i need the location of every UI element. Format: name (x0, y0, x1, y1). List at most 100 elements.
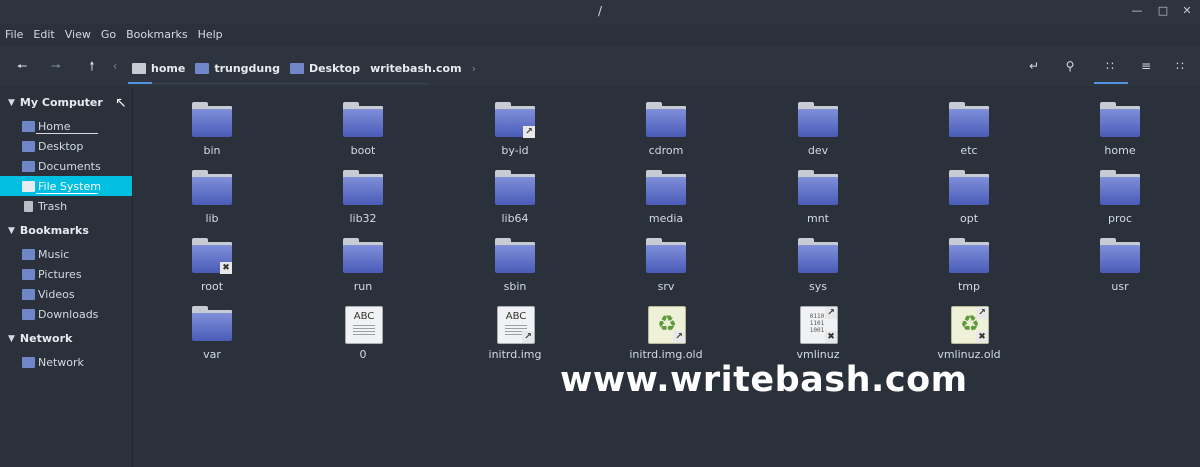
menu-bookmarks[interactable]: Bookmarks (121, 26, 192, 44)
maximize-icon[interactable]: □ (1154, 3, 1172, 19)
folder-icon (343, 170, 383, 206)
file-item[interactable]: tmp (909, 236, 1029, 298)
folder-icon (343, 238, 383, 274)
breadcrumb-trungdung[interactable]: trungdung (195, 62, 280, 75)
file-item[interactable]: sbin (455, 236, 575, 298)
file-item[interactable]: ABC 0 (303, 304, 423, 366)
file-item[interactable]: cdrom (606, 100, 726, 162)
file-label: sbin (503, 280, 527, 293)
icon-view-icon[interactable]: ∷ (1100, 56, 1120, 76)
file-label: home (1104, 144, 1136, 157)
search-icon[interactable]: ⚲ (1060, 56, 1080, 76)
text-document-symlink-icon: ABC ↗ (495, 306, 535, 344)
sidebar-item-label: Pictures (38, 267, 82, 281)
menu-edit[interactable]: Edit (28, 26, 59, 44)
breadcrumb-left-chevron-icon[interactable]: ‹ (110, 56, 120, 76)
view-active-indicator (1094, 82, 1128, 84)
file-item[interactable]: usr (1060, 236, 1180, 298)
file-item[interactable]: ABC ↗ initrd.img (455, 304, 575, 366)
open-terminal-icon[interactable]: ↵ (1024, 56, 1044, 76)
folder-symlink-icon: ↗ (495, 102, 535, 138)
file-item[interactable]: ✖ root (152, 236, 272, 298)
file-item[interactable]: dev (758, 100, 878, 162)
file-item[interactable]: home (1060, 100, 1180, 162)
file-item[interactable]: etc (909, 100, 1029, 162)
up-arrow-icon[interactable]: 🠕 (82, 56, 102, 76)
file-item[interactable]: srv (606, 236, 726, 298)
folder-icon (949, 238, 989, 274)
file-item[interactable]: bin (152, 100, 272, 162)
sidebar-item-desktop[interactable]: Desktop (0, 136, 132, 156)
file-item[interactable]: ♻ ↗ initrd.img.old (606, 304, 726, 366)
menu-help[interactable]: Help (193, 26, 228, 44)
music-icon (22, 248, 35, 260)
breadcrumb-desktop[interactable]: Desktop (289, 62, 360, 75)
file-item[interactable]: var (152, 304, 272, 366)
file-item[interactable]: boot (303, 100, 423, 162)
sidebar-item-label: Music (38, 247, 70, 261)
file-label: sys (809, 280, 827, 293)
sidebar-item-label: Videos (38, 287, 75, 301)
sidebar-item-label: Home (38, 119, 71, 133)
folder-icon (949, 102, 989, 138)
forward-arrow-icon[interactable]: 🠖 (46, 56, 66, 76)
recycle-archive-symlink-icon: ♻ ↗ (646, 306, 686, 344)
breadcrumb-home[interactable]: home (132, 62, 185, 75)
breadcrumb-label: writebash.com (370, 61, 462, 75)
trash-icon (24, 200, 33, 212)
close-icon[interactable]: ✕ (1178, 3, 1196, 19)
sidebar-section-network[interactable]: ▼ Network (8, 332, 72, 345)
compact-view-icon[interactable]: ∷ (1170, 56, 1190, 76)
sidebar-section-my-computer[interactable]: ▼ My Computer (8, 96, 103, 109)
file-item[interactable]: lib (152, 168, 272, 230)
file-label: tmp (957, 280, 980, 293)
menu-go[interactable]: Go (96, 26, 121, 44)
file-item[interactable]: ↗ by-id (455, 100, 575, 162)
breadcrumb: home trungdung Desktop writebash.com › (132, 56, 484, 80)
sidebar-item-music[interactable]: Music (0, 244, 132, 264)
drive-icon (132, 62, 146, 74)
folder-icon (192, 102, 232, 138)
sidebar-item-pictures[interactable]: Pictures (0, 264, 132, 284)
file-label: srv (657, 280, 675, 293)
sidebar-section-bookmarks[interactable]: ▼ Bookmarks (8, 224, 89, 237)
sidebar-item-videos[interactable]: Videos (0, 284, 132, 304)
folder-icon (1100, 170, 1140, 206)
file-item[interactable]: opt (909, 168, 1029, 230)
menu-file[interactable]: File (0, 26, 28, 44)
file-item[interactable]: proc (1060, 168, 1180, 230)
recycle-archive-broken-symlink-icon: ♻ ↗ ✖ (949, 306, 989, 344)
sidebar-item-trash[interactable]: Trash (0, 196, 132, 216)
file-label: run (353, 280, 373, 293)
sidebar-item-file-system[interactable]: File System (0, 176, 132, 196)
back-arrow-icon[interactable]: 🠔 (12, 56, 32, 76)
folder-icon (798, 238, 838, 274)
file-item[interactable]: lib64 (455, 168, 575, 230)
file-item[interactable]: run (303, 236, 423, 298)
file-item[interactable]: lib32 (303, 168, 423, 230)
breadcrumb-right-chevron-icon[interactable]: › (472, 62, 476, 75)
file-label: lib32 (349, 212, 377, 225)
sidebar-item-downloads[interactable]: Downloads (0, 304, 132, 324)
menu-view[interactable]: View (60, 26, 96, 44)
sidebar-item-documents[interactable]: Documents (0, 156, 132, 176)
breadcrumb-writebash[interactable]: writebash.com (370, 62, 461, 75)
section-title: Bookmarks (19, 224, 89, 237)
text-document-icon: ABC (343, 306, 383, 344)
network-icon (22, 356, 35, 368)
folder-icon (495, 170, 535, 206)
file-label: bin (203, 144, 221, 157)
file-item[interactable]: 0110 1101 1001 ↗ ✖ vmlinuz (758, 304, 878, 366)
minimize-icon[interactable]: — (1128, 3, 1146, 19)
file-item[interactable]: mnt (758, 168, 878, 230)
file-item[interactable]: media (606, 168, 726, 230)
breadcrumb-active-indicator (128, 82, 152, 84)
file-label: dev (807, 144, 829, 157)
sidebar-item-label: Trash (38, 199, 68, 213)
sidebar-item-home[interactable]: Home (0, 116, 132, 136)
file-item[interactable]: ♻ ↗ ✖ vmlinuz.old (909, 304, 1029, 366)
list-view-icon[interactable]: ≡ (1136, 56, 1156, 76)
desktop-icon (22, 140, 35, 152)
file-item[interactable]: sys (758, 236, 878, 298)
sidebar-item-network[interactable]: Network (0, 352, 132, 372)
